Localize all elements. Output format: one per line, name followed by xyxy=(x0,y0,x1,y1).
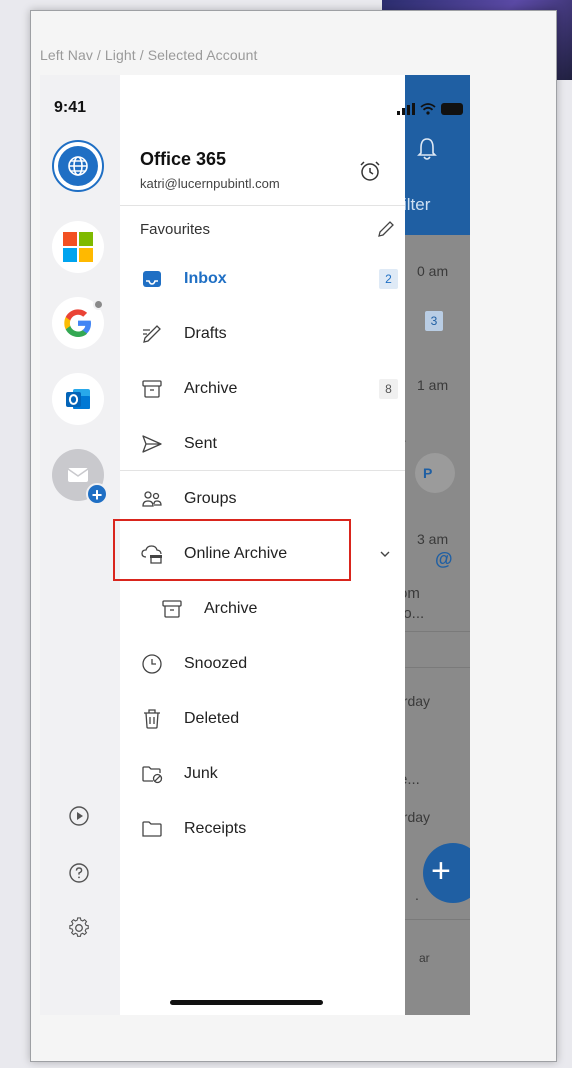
account-office365-button[interactable] xyxy=(52,140,104,192)
junk-icon xyxy=(142,766,163,784)
globe-icon xyxy=(58,146,98,186)
home-indicator[interactable] xyxy=(170,1000,323,1005)
archive-icon xyxy=(142,380,162,398)
account-name: Office 365 xyxy=(140,149,227,169)
status-icons xyxy=(397,103,465,115)
receipts-icon xyxy=(142,821,162,837)
email-time: 0 am xyxy=(417,263,449,279)
folder-label: Groups xyxy=(184,490,237,507)
unread-count-badge: 3 xyxy=(425,311,443,331)
folder-inbox[interactable]: Inbox 2 xyxy=(120,254,405,304)
divider xyxy=(395,631,470,632)
microsoft-logo-icon xyxy=(63,232,93,262)
folder-label: Receipts xyxy=(184,820,247,837)
folder-label: Online Archive xyxy=(184,545,288,562)
sent-icon xyxy=(142,435,162,453)
archive-icon xyxy=(162,600,182,618)
favourites-label: Favourites xyxy=(140,221,211,238)
folder-sent[interactable]: Sent xyxy=(120,419,405,469)
folder-drawer: Office 365 katri@lucernpubintl.com Favou… xyxy=(120,75,463,1015)
online-archive-icon xyxy=(141,545,162,564)
drafts-icon xyxy=(143,325,161,343)
item-count-badge: 8 xyxy=(379,379,398,399)
snoozed-icon xyxy=(142,654,162,674)
divider xyxy=(395,667,470,668)
alarm-clock-icon[interactable] xyxy=(358,159,382,183)
divider xyxy=(120,470,405,471)
folder-groups[interactable]: Groups xyxy=(120,474,405,524)
mail-icon xyxy=(67,468,89,482)
unread-count-badge: 2 xyxy=(379,269,398,289)
folder-junk[interactable]: Junk xyxy=(120,749,405,799)
folder-online-archive-archive[interactable]: Archive xyxy=(120,584,405,634)
bell-icon[interactable] xyxy=(417,137,437,161)
deleted-icon xyxy=(144,709,160,729)
folder-snoozed[interactable]: Snoozed xyxy=(120,639,405,689)
groups-icon xyxy=(142,491,162,507)
folder-label: Snoozed xyxy=(184,655,248,672)
email-time: 3 am xyxy=(417,531,449,547)
email-snippet: . xyxy=(415,887,419,903)
folder-drafts[interactable]: Drafts xyxy=(120,309,405,359)
folder-label: Inbox xyxy=(184,270,227,287)
chevron-down-icon[interactable] xyxy=(378,547,392,561)
add-account-button[interactable]: + xyxy=(52,449,108,505)
notification-dot-icon xyxy=(93,299,104,310)
folder-online-archive[interactable]: Online Archive xyxy=(120,529,405,579)
outlook-logo-icon xyxy=(66,389,90,409)
folder-label: Sent xyxy=(184,435,217,452)
battery-icon xyxy=(441,103,463,115)
signal-icon xyxy=(397,103,415,115)
divider xyxy=(395,919,470,920)
account-microsoft-button[interactable] xyxy=(52,221,104,273)
edit-pencil-icon[interactable] xyxy=(376,219,396,239)
tab-label: ar xyxy=(419,951,430,965)
folder-receipts[interactable]: Receipts xyxy=(120,804,405,854)
email-time: 1 am xyxy=(417,377,449,393)
divider xyxy=(120,205,405,206)
account-email: katri@lucernpubintl.com xyxy=(140,176,280,191)
avatar[interactable]: P xyxy=(415,453,455,493)
compose-button[interactable]: + xyxy=(423,843,470,903)
frame-label: Left Nav / Light / Selected Account xyxy=(40,47,258,63)
folder-archive[interactable]: Archive 8 xyxy=(120,364,405,414)
folder-label: Archive xyxy=(184,380,238,397)
account-rail: 9:41 + xyxy=(40,75,120,1015)
account-outlook-button[interactable] xyxy=(52,373,104,425)
folder-label: Drafts xyxy=(184,325,227,342)
folder-label: Archive xyxy=(204,600,258,617)
folder-deleted[interactable]: Deleted xyxy=(120,694,405,744)
google-logo-icon xyxy=(64,309,91,337)
inbox-icon xyxy=(143,271,161,287)
background-inbox: ilter 0 am 3 1 am ... P 3 am @ om no... … xyxy=(395,75,470,1015)
account-google-button[interactable] xyxy=(52,297,104,349)
wifi-icon xyxy=(420,103,436,115)
help-icon[interactable] xyxy=(68,862,90,884)
plus-icon: + xyxy=(86,483,108,505)
phone-screen: ilter 0 am 3 1 am ... P 3 am @ om no... … xyxy=(40,75,470,1015)
folder-label: Deleted xyxy=(184,710,240,727)
play-icon[interactable] xyxy=(68,805,90,827)
status-time: 9:41 xyxy=(54,99,87,116)
mention-icon: @ xyxy=(435,549,453,569)
filter-label[interactable]: ilter xyxy=(403,195,430,215)
folder-label: Junk xyxy=(184,765,218,782)
settings-gear-icon[interactable] xyxy=(68,917,90,939)
